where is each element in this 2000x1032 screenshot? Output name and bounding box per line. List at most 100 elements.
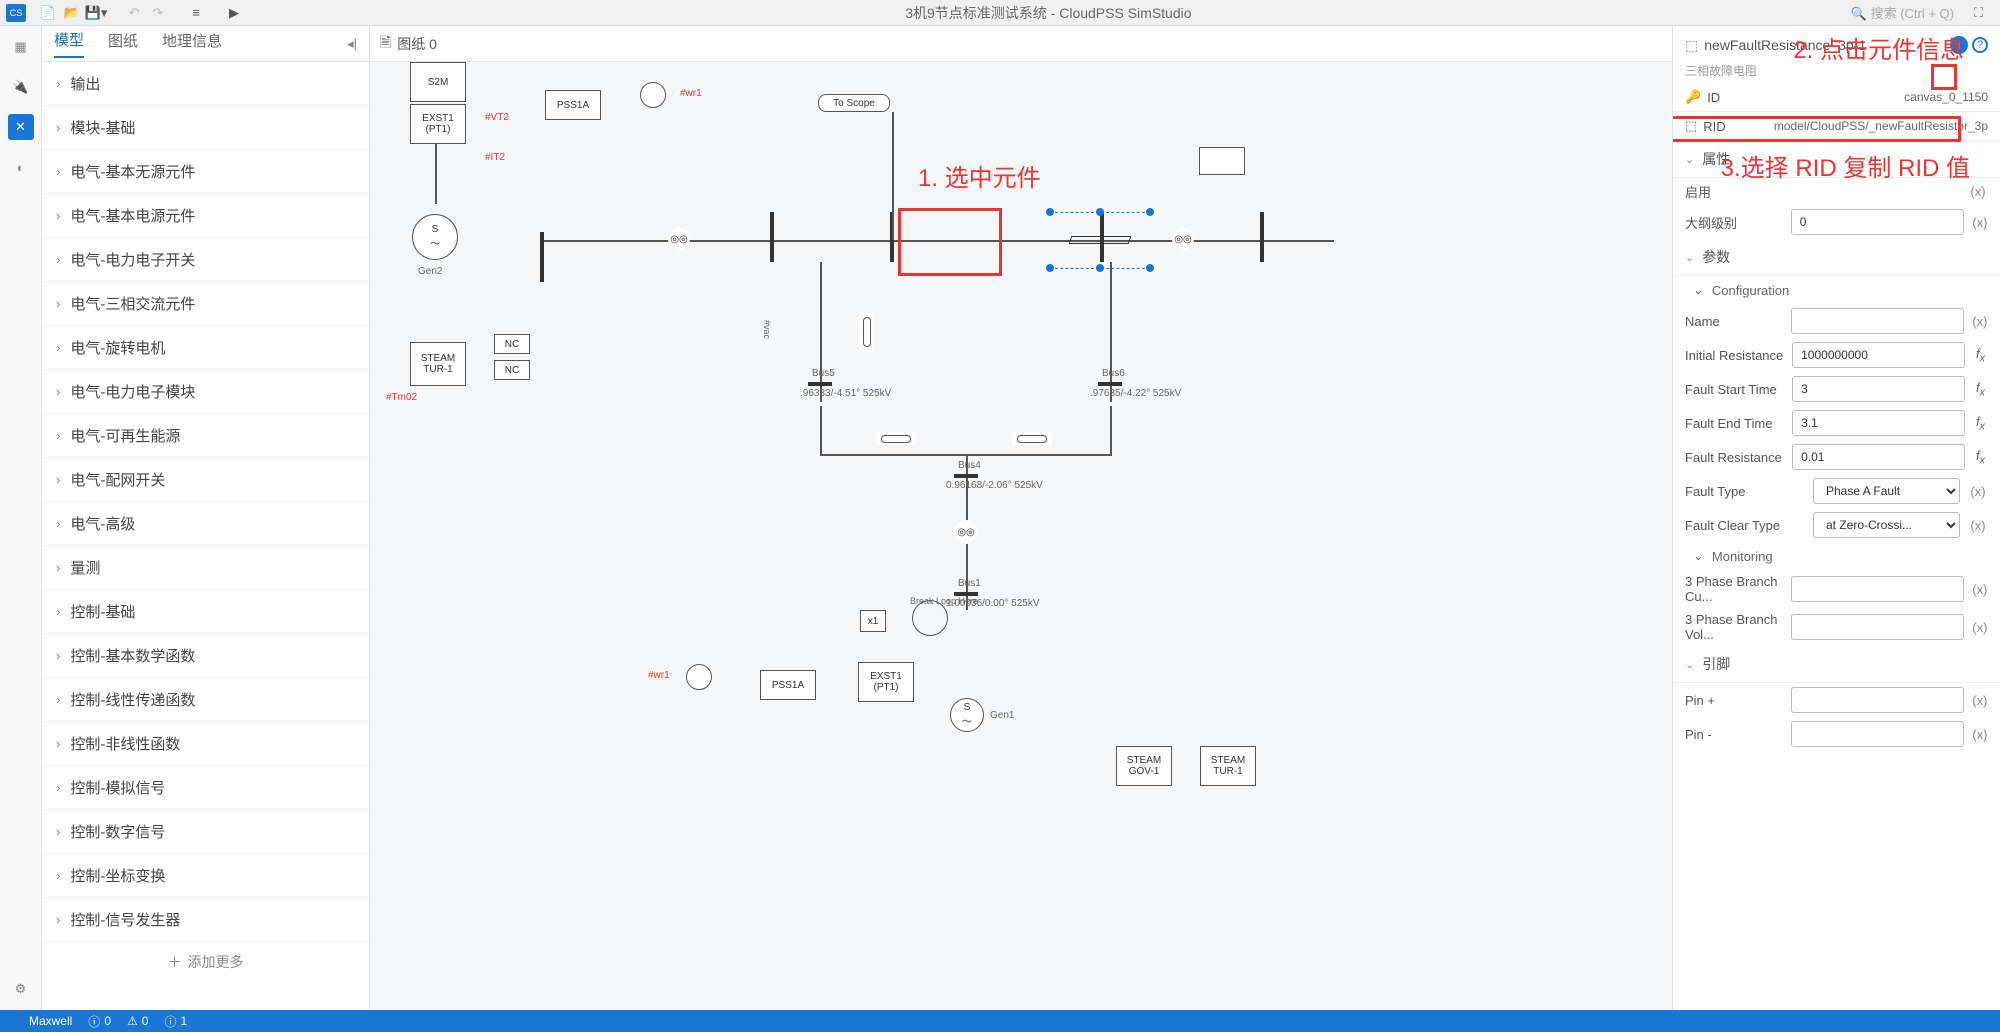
param-field: 3 Phase Branch Cu...(x) bbox=[1673, 570, 2000, 608]
open-icon[interactable]: 📂 bbox=[60, 3, 84, 23]
label-bus4-v: 0.96168/-2.06° 525kV bbox=[946, 480, 1043, 492]
category-item[interactable]: ›电气-高级 bbox=[42, 502, 369, 546]
tline3[interactable] bbox=[1012, 432, 1052, 446]
block-x1[interactable]: x1 bbox=[860, 610, 886, 632]
param-input[interactable] bbox=[1791, 308, 1964, 334]
category-item[interactable]: ›输出 bbox=[42, 62, 369, 106]
id-value[interactable]: canvas_0_1150 bbox=[1904, 90, 1988, 104]
save-icon[interactable]: 💾▾ bbox=[84, 3, 108, 23]
param-input[interactable] bbox=[1791, 614, 1964, 640]
block-gen1-sym[interactable]: S～ bbox=[950, 698, 984, 732]
subsection-config[interactable]: ⌄Configuration bbox=[1673, 276, 2000, 304]
add-more[interactable]: ＋添加更多 bbox=[42, 942, 369, 982]
tab-geo[interactable]: 地理信息 bbox=[162, 30, 222, 57]
enable-x[interactable]: (x) bbox=[1968, 184, 1988, 199]
section-pins[interactable]: ⌄引脚 bbox=[1673, 646, 2000, 683]
label-wr1b: #wr1 bbox=[648, 670, 670, 681]
status-info[interactable]: ⓘ 0 bbox=[88, 1013, 111, 1030]
subsection-monitoring[interactable]: ⌄Monitoring bbox=[1673, 542, 2000, 570]
component-palette: 模型 图纸 地理信息 ◂| ›输出›模块-基础›电气-基本无源元件›电气-基本电… bbox=[42, 26, 370, 1010]
rid-row[interactable]: ⬚RID model/CloudPSS/_newFaultResistor_3p bbox=[1673, 112, 2000, 141]
block-exst1[interactable]: EXST1 (PT1) bbox=[410, 104, 466, 144]
param-input[interactable] bbox=[1791, 687, 1964, 713]
category-item[interactable]: ›控制-非线性函数 bbox=[42, 722, 369, 766]
panel-run-icon[interactable]: ◐ bbox=[8, 154, 34, 180]
category-item[interactable]: ›控制-数字信号 bbox=[42, 810, 369, 854]
doc-tab[interactable]: 🗎 图纸 0 bbox=[380, 32, 437, 56]
param-input[interactable] bbox=[1792, 410, 1965, 436]
chevron-right-icon: › bbox=[56, 692, 60, 707]
tline2[interactable] bbox=[876, 432, 916, 446]
block-exst1-b[interactable]: EXST1 (PT1) bbox=[858, 662, 914, 702]
category-item[interactable]: ›控制-模拟信号 bbox=[42, 766, 369, 810]
tline1[interactable] bbox=[860, 312, 874, 352]
param-select[interactable]: at Zero-Crossi... bbox=[1813, 512, 1960, 538]
category-item[interactable]: ›量测 bbox=[42, 546, 369, 590]
block-nc2[interactable]: NC bbox=[494, 360, 530, 380]
category-item[interactable]: ›控制-基本数学函数 bbox=[42, 634, 369, 678]
category-item[interactable]: ›控制-线性传递函数 bbox=[42, 678, 369, 722]
list-icon[interactable]: ≡ bbox=[184, 3, 208, 23]
fullscreen-icon[interactable]: ⛶ bbox=[1974, 5, 1994, 21]
category-item[interactable]: ›控制-信号发生器 bbox=[42, 898, 369, 942]
undo-icon[interactable]: ↶ bbox=[122, 3, 146, 23]
param-input[interactable] bbox=[1792, 342, 1965, 368]
param-input[interactable] bbox=[1792, 444, 1965, 470]
category-item[interactable]: ›电气-电力电子模块 bbox=[42, 370, 369, 414]
category-item[interactable]: ›电气-可再生能源 bbox=[42, 414, 369, 458]
selected-component[interactable] bbox=[1050, 212, 1150, 268]
block-pss1a-b[interactable]: PSS1A bbox=[760, 670, 816, 700]
category-item[interactable]: ›电气-电力电子开关 bbox=[42, 238, 369, 282]
xfmr2[interactable]: ◎◎ bbox=[1172, 228, 1194, 250]
tab-sheet[interactable]: 图纸 bbox=[108, 30, 138, 57]
run-icon[interactable]: ▶ bbox=[222, 3, 246, 23]
block-gen2-sym[interactable]: S～ bbox=[412, 214, 458, 260]
param-field: Fault TypePhase A Fault(x) bbox=[1673, 474, 2000, 508]
block-sum-top[interactable] bbox=[640, 82, 666, 108]
category-item[interactable]: ›电气-配网开关 bbox=[42, 458, 369, 502]
category-item[interactable]: ›模块-基础 bbox=[42, 106, 369, 150]
block-steam-gov[interactable]: STEAM GOV-1 bbox=[1116, 746, 1172, 786]
new-file-icon[interactable]: 📄 bbox=[36, 3, 60, 23]
schematic-canvas[interactable]: S2M EXST1 (PT1) PSS1A #wr1 #VT2 #IT2 S～ … bbox=[370, 62, 1672, 1010]
redo-icon[interactable]: ↷ bbox=[146, 3, 170, 23]
block-sum-bot[interactable] bbox=[686, 664, 712, 690]
help-icon[interactable]: ? bbox=[1972, 37, 1988, 53]
block-nc1[interactable]: NC bbox=[494, 334, 530, 354]
block-pss1a[interactable]: PSS1A bbox=[545, 90, 601, 120]
category-item[interactable]: ›电气-三相交流元件 bbox=[42, 282, 369, 326]
status-warn[interactable]: ⚠ 0 bbox=[127, 1014, 148, 1028]
settings-icon[interactable]: ⚙ bbox=[8, 976, 34, 1002]
outline-input[interactable] bbox=[1791, 209, 1964, 235]
chevron-right-icon: › bbox=[56, 384, 60, 399]
plus-icon: ＋ bbox=[168, 952, 182, 972]
block-steam-tur-b[interactable]: STEAM TUR-1 bbox=[1200, 746, 1256, 786]
xfmr1[interactable]: ◎◎ bbox=[668, 228, 690, 250]
panel-design-icon[interactable]: ✕ bbox=[8, 114, 34, 140]
status-err[interactable]: ⓘ 1 bbox=[164, 1013, 187, 1030]
user-badge[interactable]: 👤Maxwell bbox=[10, 1014, 72, 1028]
search-box[interactable]: 🔍 搜索 (Ctrl + Q) bbox=[1851, 3, 1954, 22]
section-params[interactable]: ⌄参数 bbox=[1673, 239, 2000, 276]
tab-model[interactable]: 模型 bbox=[54, 29, 84, 58]
xfmr3[interactable]: ◎◎ bbox=[954, 520, 978, 544]
chevron-right-icon: › bbox=[56, 912, 60, 927]
param-input[interactable] bbox=[1791, 721, 1964, 747]
panel-connect-icon[interactable]: 🔌 bbox=[8, 74, 34, 100]
param-select[interactable]: Phase A Fault bbox=[1813, 478, 1960, 504]
chevron-right-icon: › bbox=[56, 76, 60, 91]
category-item[interactable]: ›控制-坐标变换 bbox=[42, 854, 369, 898]
block-s2m[interactable]: S2M bbox=[410, 62, 466, 102]
to-scope[interactable]: To Scope bbox=[818, 94, 890, 112]
category-item[interactable]: ›电气-基本电源元件 bbox=[42, 194, 369, 238]
category-item[interactable]: ›电气-基本无源元件 bbox=[42, 150, 369, 194]
category-item[interactable]: ›控制-基础 bbox=[42, 590, 369, 634]
rid-value[interactable]: model/CloudPSS/_newFaultResistor_3p bbox=[1774, 119, 1988, 133]
param-input[interactable] bbox=[1792, 376, 1965, 402]
panel-model-icon[interactable]: ▦ bbox=[8, 34, 34, 60]
block-steam-tur[interactable]: STEAM TUR-1 bbox=[410, 342, 466, 386]
param-input[interactable] bbox=[1791, 576, 1964, 602]
palette-collapse-icon[interactable]: ◂| bbox=[347, 36, 357, 52]
block-right-top[interactable] bbox=[1199, 147, 1245, 175]
category-item[interactable]: ›电气-旋转电机 bbox=[42, 326, 369, 370]
